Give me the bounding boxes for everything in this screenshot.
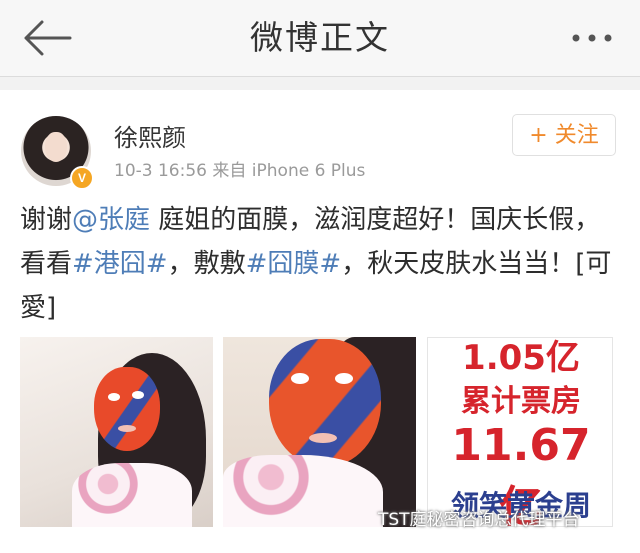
- page-title: 微博正文: [250, 18, 390, 57]
- text-part: ，敷敷: [167, 249, 246, 279]
- face-mask-shape: [94, 367, 160, 451]
- hashtag-link[interactable]: #港囧#: [72, 249, 168, 279]
- post-image-2[interactable]: [223, 337, 416, 527]
- post-text: 谢谢@张庭 庭姐的面膜，滋润度超好！国庆长假，看看#港囧#，敷敷#囧膜#，秋天皮…: [20, 198, 620, 330]
- eye-shape: [108, 393, 120, 401]
- shirt-shape: [223, 455, 383, 527]
- post-card: V 徐熙颜 10-3 16:56 来自 iPhone 6 Plus + 关注 谢…: [0, 90, 640, 553]
- post-meta: 10-3 16:56 来自 iPhone 6 Plus: [114, 156, 365, 181]
- post-device: iPhone 6 Plus: [251, 161, 366, 181]
- mouth-shape: [118, 425, 136, 432]
- avatar-face: [45, 132, 67, 162]
- post-time: 10-3 16:56: [114, 161, 207, 181]
- follow-button[interactable]: + 关注: [512, 114, 616, 156]
- poster-text: 累计票房: [461, 384, 581, 419]
- poster-text: 1.05亿: [462, 338, 580, 378]
- face-mask-shape: [269, 339, 381, 467]
- hashtag-link[interactable]: #囧膜#: [246, 249, 342, 279]
- more-dots-icon[interactable]: [570, 28, 614, 48]
- top-navigation-bar: 微博正文: [0, 0, 640, 77]
- eye-shape: [291, 373, 309, 384]
- post-image-1[interactable]: [20, 337, 213, 527]
- user-name[interactable]: 徐熙颜: [114, 118, 186, 153]
- watermark-text: TST庭秘密咨询总代理平台: [378, 510, 580, 530]
- text-part: 谢谢: [20, 205, 73, 235]
- post-image-3[interactable]: 1.05亿 累计票房 11.67亿 领笑黄金周: [427, 337, 613, 527]
- eye-shape: [132, 391, 144, 399]
- mouth-shape: [309, 433, 337, 443]
- verified-badge-icon: V: [70, 166, 94, 190]
- mention-link[interactable]: @张庭: [72, 205, 150, 235]
- shirt-shape: [72, 463, 192, 527]
- source-prefix: 来自: [212, 161, 247, 181]
- eye-shape: [335, 373, 353, 384]
